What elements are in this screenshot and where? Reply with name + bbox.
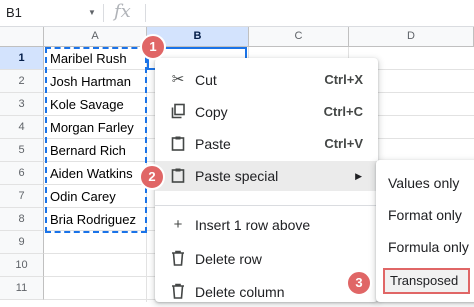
menu-item-label: Copy bbox=[195, 104, 228, 120]
copy-selection-border bbox=[45, 47, 147, 233]
menu-item-label: Paste special bbox=[195, 168, 279, 184]
menu-item-label: Delete column bbox=[195, 284, 285, 300]
menu-item-cut[interactable]: ✂ Cut Ctrl+X bbox=[155, 65, 378, 95]
column-header-c[interactable]: C bbox=[249, 27, 349, 47]
fx-icon: fx bbox=[114, 1, 131, 22]
row-header[interactable]: 11 bbox=[0, 277, 44, 300]
menu-item-paste[interactable]: Paste Ctrl+V bbox=[155, 129, 378, 159]
select-all-corner[interactable] bbox=[0, 27, 44, 47]
name-box[interactable]: B1 bbox=[2, 3, 98, 23]
row-header[interactable]: 7 bbox=[0, 185, 44, 208]
submenu-item-transposed[interactable]: Transposed bbox=[383, 268, 470, 294]
row-header[interactable]: 6 bbox=[0, 162, 44, 185]
formula-bar: B1 ▼ fx bbox=[0, 0, 474, 27]
clipboard-icon bbox=[169, 167, 187, 185]
menu-item-label: Delete row bbox=[195, 251, 262, 267]
row-header[interactable]: 2 bbox=[0, 70, 44, 93]
row-header[interactable]: 10 bbox=[0, 254, 44, 277]
row-header[interactable]: 4 bbox=[0, 116, 44, 139]
menu-item-label: Insert 1 row above bbox=[195, 217, 311, 233]
row-header[interactable]: 5 bbox=[0, 139, 44, 162]
submenu-arrow-icon: ▶ bbox=[355, 171, 362, 181]
column-header-a[interactable]: A bbox=[44, 27, 147, 47]
plus-icon: + bbox=[173, 216, 183, 233]
menu-divider bbox=[155, 205, 378, 206]
submenu-item-values-only[interactable]: Values only bbox=[376, 168, 474, 198]
trash-icon bbox=[169, 283, 187, 301]
menu-item-paste-special[interactable]: Paste special ▶ bbox=[155, 161, 378, 191]
shortcut-label: Ctrl+V bbox=[324, 136, 363, 151]
submenu-item-formula-only[interactable]: Formula only bbox=[376, 232, 474, 262]
row-header[interactable]: 8 bbox=[0, 208, 44, 231]
column-header-d[interactable]: D bbox=[349, 27, 474, 47]
divider bbox=[145, 4, 146, 22]
step-badge-1: 1 bbox=[140, 34, 166, 60]
menu-item-label: Cut bbox=[195, 72, 217, 88]
chevron-down-icon[interactable]: ▼ bbox=[88, 8, 96, 17]
row-header[interactable]: 9 bbox=[0, 231, 44, 254]
divider bbox=[103, 4, 104, 22]
menu-item-label: Paste bbox=[195, 136, 231, 152]
shortcut-label: Ctrl+X bbox=[324, 72, 363, 87]
submenu-item-format-only[interactable]: Format only bbox=[376, 200, 474, 230]
context-menu: ✂ Cut Ctrl+X Copy Ctrl+C Paste Ctrl+V Pa… bbox=[155, 58, 378, 302]
row-header[interactable]: 1 bbox=[0, 47, 44, 70]
menu-item-delete-row[interactable]: Delete row bbox=[155, 244, 378, 274]
shortcut-label: Ctrl+C bbox=[323, 104, 363, 119]
step-badge-3: 3 bbox=[346, 270, 372, 296]
menu-item-copy[interactable]: Copy Ctrl+C bbox=[155, 97, 378, 127]
menu-item-insert-row-above[interactable]: + Insert 1 row above bbox=[155, 210, 378, 240]
row-header[interactable]: 3 bbox=[0, 93, 44, 116]
scissors-icon: ✂ bbox=[171, 71, 185, 88]
clipboard-icon bbox=[169, 135, 187, 153]
trash-icon bbox=[169, 250, 187, 268]
menu-item-delete-column[interactable]: Delete column bbox=[155, 277, 378, 307]
step-badge-2: 2 bbox=[139, 164, 165, 190]
copy-icon bbox=[169, 103, 187, 121]
